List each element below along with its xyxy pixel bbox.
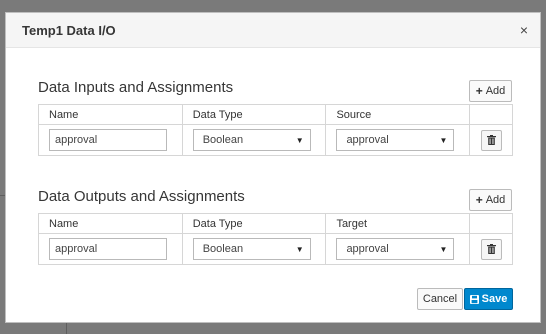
close-icon[interactable]: × (520, 22, 528, 38)
output-target-select[interactable]: approval ▼ (336, 238, 455, 260)
column-header: Target (325, 213, 471, 234)
column-header: Source (325, 104, 471, 125)
add-input-button[interactable]: + Add (469, 80, 512, 102)
column-header (469, 213, 513, 234)
trash-icon (487, 244, 497, 254)
add-output-label: Add (485, 194, 506, 206)
column-header: Name (38, 213, 183, 234)
column-header: Name (38, 104, 183, 125)
floppy-disk-icon (469, 294, 479, 304)
select-value: Boolean (202, 243, 244, 255)
add-input-label: Add (485, 85, 506, 97)
select-value: approval (346, 134, 389, 146)
input-data-type-select[interactable]: Boolean ▼ (192, 129, 311, 151)
delete-output-button[interactable] (481, 238, 503, 260)
dialog-header: Temp1 Data I/O × (6, 13, 540, 48)
inputs-section-title: Data Inputs and Assignments (38, 79, 234, 96)
table-row: approval Boolean ▼ approval ▼ (38, 124, 513, 156)
save-label: Save (481, 293, 508, 305)
data-io-dialog: Temp1 Data I/O × Data Inputs and Assignm… (5, 12, 541, 323)
input-source-select[interactable]: approval ▼ (336, 129, 455, 151)
add-output-button[interactable]: + Add (469, 189, 512, 211)
trash-icon (487, 135, 497, 145)
plus-icon: + (475, 84, 483, 98)
caret-down-icon: ▼ (295, 244, 304, 254)
inputs-table: Name Data Type Source approval Boolean ▼ … (38, 104, 513, 156)
input-name-field[interactable]: approval (49, 129, 167, 151)
caret-down-icon: ▼ (439, 135, 448, 145)
outputs-section-title: Data Outputs and Assignments (38, 188, 245, 205)
caret-down-icon: ▼ (295, 135, 304, 145)
delete-input-button[interactable] (481, 129, 503, 151)
table-row: approval Boolean ▼ approval ▼ (38, 233, 513, 265)
outputs-table: Name Data Type Target approval Boolean ▼ … (38, 213, 513, 265)
outputs-table-header: Name Data Type Target (38, 213, 513, 234)
column-header: Data Type (181, 104, 327, 125)
output-name-field[interactable]: approval (49, 238, 167, 260)
plus-icon: + (475, 193, 483, 207)
inputs-table-header: Name Data Type Source (38, 104, 513, 125)
save-button[interactable]: Save (464, 288, 513, 310)
column-header: Data Type (181, 213, 327, 234)
output-data-type-select[interactable]: Boolean ▼ (192, 238, 311, 260)
dialog-title: Temp1 Data I/O (22, 23, 116, 38)
caret-down-icon: ▼ (439, 244, 448, 254)
column-header (469, 104, 513, 125)
select-value: Boolean (202, 134, 244, 146)
select-value: approval (346, 243, 389, 255)
backdrop-line (66, 323, 67, 334)
cancel-button[interactable]: Cancel (417, 288, 463, 310)
